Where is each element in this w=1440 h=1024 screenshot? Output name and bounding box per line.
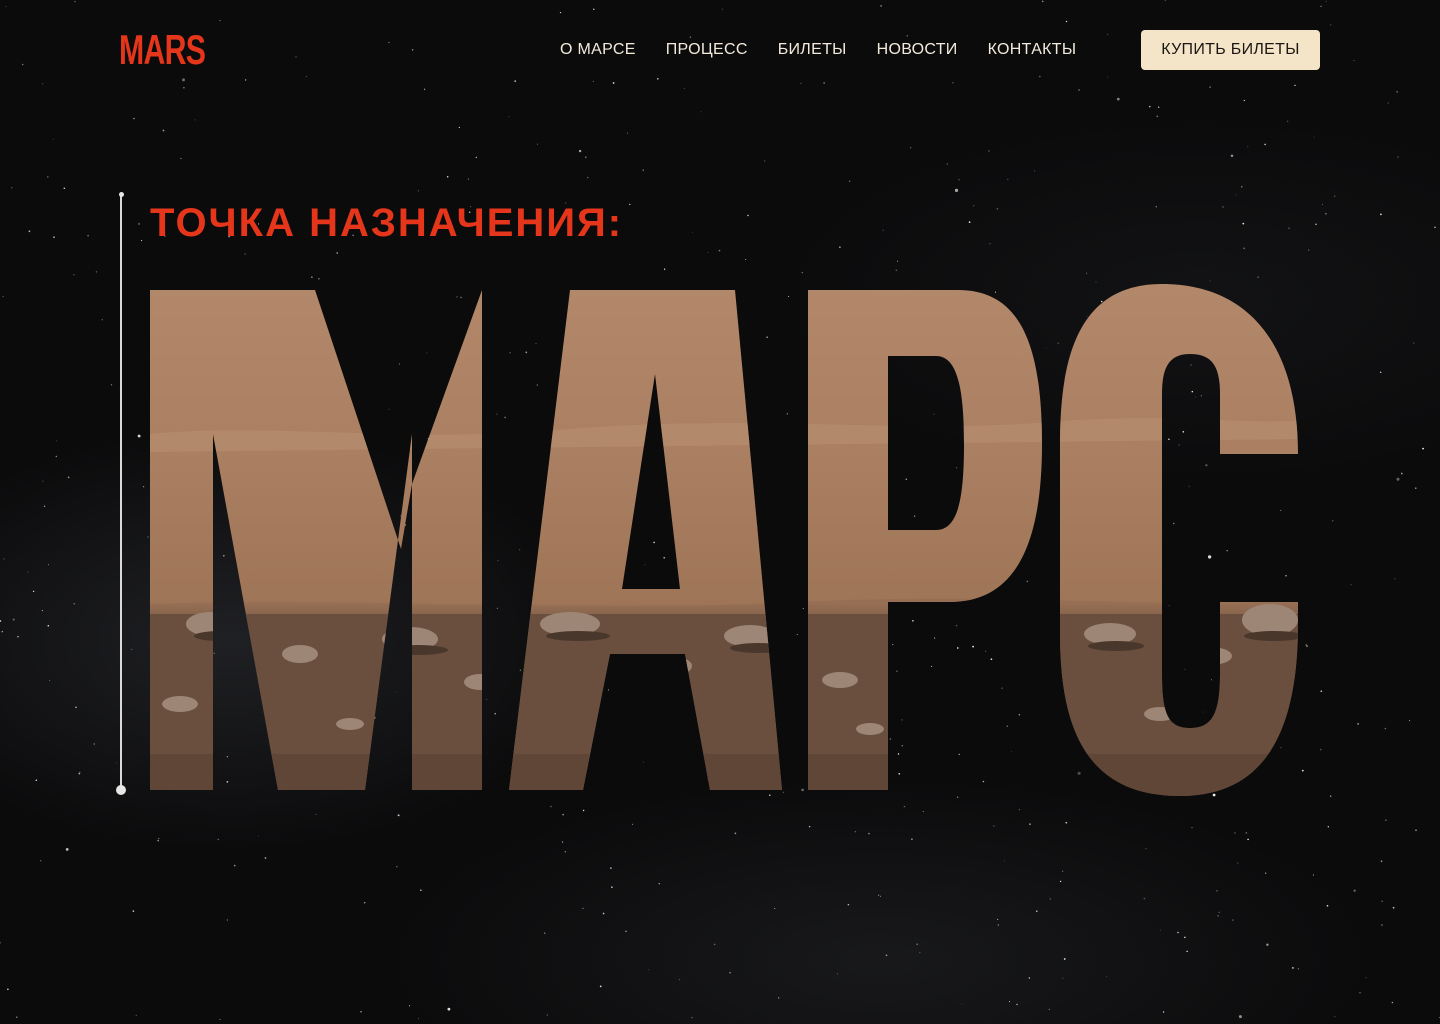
timeline-decoration [116, 192, 126, 795]
buy-tickets-button[interactable]: КУПИТЬ БИЛЕТЫ [1141, 30, 1320, 70]
timeline-dot-bottom [116, 785, 126, 795]
nav-link-news[interactable]: НОВОСТИ [877, 38, 958, 62]
hero-subtitle: ТОЧКА НАЗНАЧЕНИЯ: [150, 201, 624, 245]
nav-link-contacts[interactable]: КОНТАКТЫ [988, 38, 1077, 62]
nav-link-about-mars[interactable]: О МАРСЕ [560, 38, 636, 62]
main-nav: О МАРСЕ ПРОЦЕСС БИЛЕТЫ НОВОСТИ КОНТАКТЫ [560, 38, 1076, 62]
hero-title: МАРС [150, 284, 1300, 799]
hero-title-graphic [150, 284, 1298, 796]
nav-link-process[interactable]: ПРОЦЕСС [666, 38, 748, 62]
nav-link-tickets[interactable]: БИЛЕТЫ [778, 38, 847, 62]
timeline-line [120, 194, 122, 790]
timeline-dot-top [119, 192, 124, 197]
site-header: MARS О МАРСЕ ПРОЦЕСС БИЛЕТЫ НОВОСТИ КОНТ… [0, 0, 1440, 100]
landing-page: MARS О МАРСЕ ПРОЦЕСС БИЛЕТЫ НОВОСТИ КОНТ… [0, 0, 1440, 1024]
site-logo[interactable]: MARS [119, 26, 206, 74]
